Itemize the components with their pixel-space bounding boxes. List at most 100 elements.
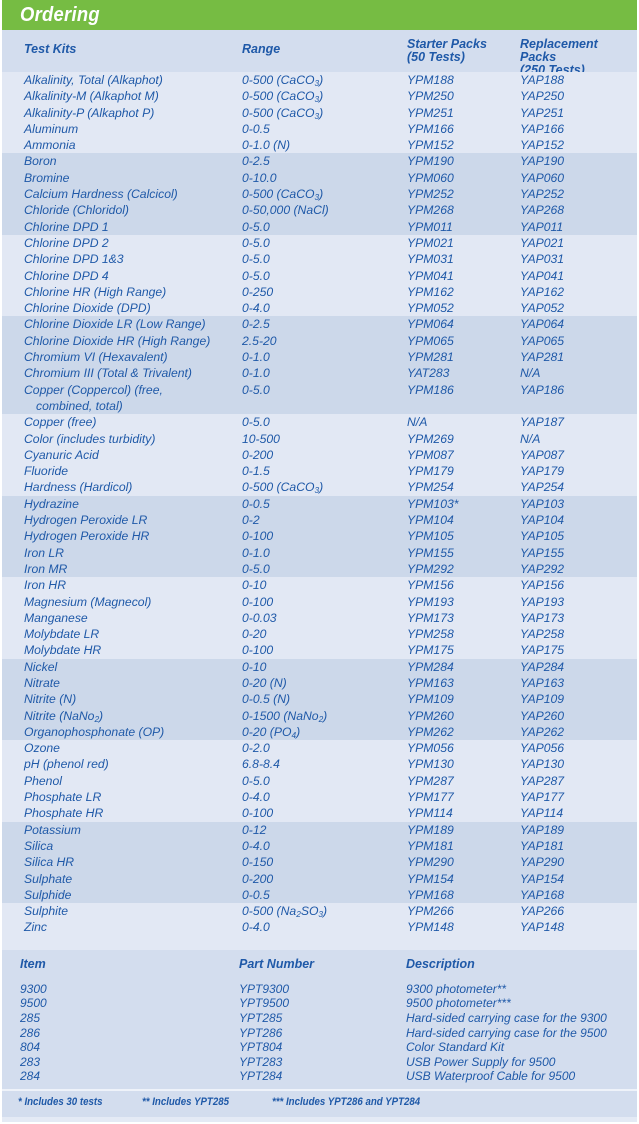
replacement-packs-line1: Replacement Packs (520, 37, 598, 64)
column-header-description: Description (406, 956, 475, 971)
cell-test-kit-name: Chlorine DPD 1&3 (24, 252, 124, 267)
page-banner: Ordering (2, 0, 637, 30)
cell-replacement-pack: YAP155 (520, 545, 565, 560)
table-row: Silica HR 0-150 YPM290 YAP290 (2, 854, 637, 871)
table-row: Chromium III (Total & Trivalent) 0-1.0 YAT… (2, 365, 637, 382)
cell-test-kit-name: Copper (Coppercol) (free, (24, 382, 163, 397)
cell-starter-pack: YPM064 (407, 317, 454, 332)
cell-part-number: YPT804 (239, 1040, 283, 1055)
cell-starter-pack: YPM152 (407, 138, 454, 153)
cell-replacement-pack: YAP181 (520, 838, 565, 853)
cell-range: 0-100 (242, 643, 274, 658)
cell-range: 0-0.03 (242, 610, 277, 625)
cell-part-number: YPT283 (239, 1054, 283, 1069)
table-row: Sulphate 0-200 YPM154 YAP154 (2, 870, 637, 887)
table-row: Iron MR 0-5.0 YPM292 YAP292 (2, 560, 637, 578)
cell-range: 0-1.0 (N) (242, 138, 291, 153)
cell-replacement-pack: YAP168 (520, 887, 565, 902)
cell-replacement-pack: YAP252 (520, 187, 565, 202)
table-row: Alkalinity-P (Alkaphot P) 0-500 (CaCO3) YP… (2, 104, 637, 121)
cell-replacement-pack: YAP287 (520, 773, 565, 788)
cell-replacement-pack: YAP041 (520, 268, 565, 283)
table-row: Silica 0-4.0 YPM181 YAP181 (2, 837, 637, 855)
cell-starter-pack: YPM148 (407, 920, 454, 935)
starter-packs-line2: (50 Tests) (407, 50, 465, 64)
cell-test-kit-name: Chlorine HR (High Range) (24, 284, 167, 299)
column-header-starter-packs: Starter Packs (50 Tests) (407, 38, 487, 64)
cell-starter-pack: YPM103* (407, 496, 459, 511)
cell-starter-pack: YPM260 (407, 708, 454, 723)
table-row: Bromine 0-10.0 YPM060 YAP060 (2, 169, 637, 187)
cell-replacement-pack: YAP186 (520, 382, 565, 397)
cell-starter-pack: YAT283 (407, 366, 450, 381)
footnotes: * Includes 30 tests ** Includes YPT285 *… (2, 1088, 637, 1117)
column-header-part-number: Part Number (239, 956, 315, 971)
cell-range: 0-4.0 (242, 838, 270, 853)
cell-test-kit-name: Hardness (Hardicol) (24, 480, 133, 495)
cell-test-kit-name: Magnesium (Magnecol) (24, 594, 152, 609)
table-row: Phosphate LR 0-4.0 YPM177 YAP177 (2, 789, 637, 806)
cell-test-kit-name: Chlorine DPD 1 (24, 219, 109, 234)
cell-starter-pack: YPM114 (407, 806, 453, 821)
table-row: Calcium Hardness (Calcicol) 0-500 (CaCO3)… (2, 186, 637, 203)
cell-range: 0-1.5 (242, 464, 270, 479)
cell-replacement-pack: YAP173 (520, 610, 565, 625)
cell-replacement-pack: YAP011 (520, 219, 564, 234)
cell-test-kit-name: Color (includes turbidity) (24, 431, 156, 446)
cell-test-kit-name: Sulphate (24, 871, 73, 886)
cell-item: 9500 (20, 996, 47, 1011)
cell-starter-pack: YPM252 (407, 187, 454, 202)
cell-replacement-pack: YAP064 (520, 317, 565, 332)
cell-item: 285 (20, 1010, 41, 1025)
cell-test-kit-name: Bromine (24, 170, 70, 185)
cell-replacement-pack: YAP156 (520, 578, 565, 593)
cell-replacement-pack: YAP103 (520, 496, 565, 511)
cell-replacement-pack: YAP031 (520, 252, 565, 267)
cell-test-kit-name: Potassium (24, 822, 81, 837)
cell-starter-pack: YPM287 (407, 773, 454, 788)
cell-range: 0-5.0 (242, 219, 270, 234)
cell-starter-pack: YPM168 (407, 887, 454, 902)
table-row: Chlorine Dioxide (DPD) 0-4.0 YPM052 YAP052 (2, 300, 637, 317)
cell-starter-pack: YPM052 (407, 301, 454, 316)
table-row: Alkalinity, Total (Alkaphot) 0-500 (CaCO3… (2, 72, 637, 89)
cell-replacement-pack: YAP065 (520, 333, 565, 348)
cell-test-kit-name: Chlorine Dioxide HR (High Range) (24, 333, 211, 348)
cell-test-kit-name: Phenol (24, 773, 62, 788)
cell-starter-pack: YPM251 (407, 105, 454, 120)
cell-test-kit-name: Fluoride (24, 464, 69, 479)
cell-range: 0-5.0 (242, 415, 270, 430)
cell-starter-pack: YPM254 (407, 480, 454, 495)
cell-test-kit-name: Calcium Hardness (Calcicol) (24, 187, 178, 202)
cell-starter-pack: YPM041 (407, 268, 454, 283)
cell-range: 0-5.0 (242, 382, 270, 397)
table-row: Chloride (Chloridol) 0-50,000 (NaCl) YPM26… (2, 202, 637, 219)
cell-starter-pack: YPM173 (407, 610, 454, 625)
cell-description: Color Standard Kit (406, 1040, 505, 1055)
cell-test-kit-name: Sulphide (24, 887, 72, 902)
cell-test-kit-name: Silica (24, 838, 54, 853)
table-row: Nitrite (NaNo2) 0-1500 (NaNo2) YPM260 YAP26… (2, 707, 637, 724)
ordering-page: Ordering Test Kits Range Starter Packs (… (0, 0, 639, 1124)
table-row: Chlorine DPD 1&3 0-5.0 YPM031 YAP031 (2, 251, 637, 268)
table-row: Sulphide 0-0.5 YPM168 YAP168 (2, 886, 637, 904)
cell-range: 0-150 (242, 855, 274, 870)
cell-starter-pack: YPM175 (407, 643, 454, 658)
cell-starter-pack: YPM060 (407, 170, 454, 185)
cell-starter-pack: YPM156 (407, 578, 454, 593)
cell-replacement-pack: YAP130 (520, 757, 565, 772)
cell-replacement-pack: N/A (520, 431, 541, 446)
cell-range: 0-200 (242, 447, 274, 462)
cell-starter-pack: YPM266 (407, 904, 454, 919)
cell-replacement-pack: YAP260 (520, 708, 565, 723)
cell-range: 0-250 (242, 284, 274, 299)
cell-starter-pack: YPM250 (407, 89, 454, 104)
item-row: 9300 YPT9300 9300 photometer** (2, 982, 637, 997)
cell-test-kit-name: Chlorine DPD 2 (24, 235, 109, 250)
item-row: 283 YPT283 USB Power Supply for 9500 (2, 1055, 637, 1070)
cell-replacement-pack: YAP114 (520, 806, 564, 821)
cell-replacement-pack: YAP148 (520, 920, 565, 935)
cell-test-kit-name: pH (phenol red) (24, 757, 109, 772)
table-row: Hardness (Hardicol) 0-500 (CaCO3) YPM254 YA… (2, 479, 637, 496)
table-row: Molybdate HR 0-100 YPM175 YAP175 (2, 642, 637, 659)
